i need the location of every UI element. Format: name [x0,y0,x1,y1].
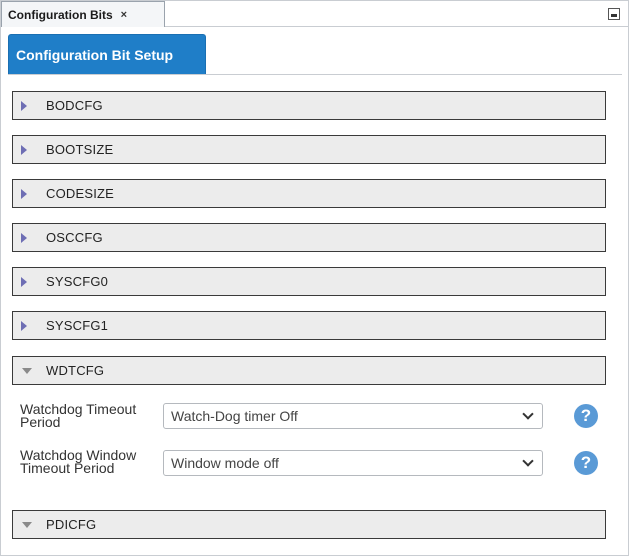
triangle-right-icon [21,320,27,331]
chevron-down-icon [522,455,534,467]
tab-configuration-bit-setup[interactable]: Configuration Bit Setup [8,34,206,74]
section-bodcfg[interactable]: BODCFG [12,91,606,120]
tab-underline [8,74,622,75]
select-value: Window mode off [171,455,279,471]
help-icon[interactable]: ? [574,404,598,428]
tab-strip: Configuration Bits × [1,1,628,27]
section-label: OSCCFG [46,230,103,245]
section-label: PDICFG [46,517,97,532]
section-syscfg1[interactable]: SYSCFG1 [12,311,606,340]
section-label: CODESIZE [46,186,115,201]
section-label: SYSCFG0 [46,274,109,289]
section-label: SYSCFG1 [46,318,109,333]
triangle-right-icon [21,144,27,155]
setup-tab-label: Configuration Bit Setup [16,46,174,63]
watchdog-timeout-period-label: Watchdog Timeout Period [20,401,137,430]
section-syscfg0[interactable]: SYSCFG0 [12,267,606,296]
triangle-right-icon [21,232,27,243]
triangle-down-icon [22,367,32,374]
triangle-right-icon [21,188,27,199]
section-pdicfg[interactable]: PDICFG [12,510,606,539]
section-label: BOOTSIZE [46,142,114,157]
triangle-down-icon [22,521,32,528]
help-icon[interactable]: ? [574,451,598,475]
watchdog-timeout-period-select[interactable]: Watch-Dog timer Off [163,403,543,429]
minimize-icon[interactable] [608,8,620,20]
watchdog-window-timeout-period-label: Watchdog Window Timeout Period [20,447,137,476]
chevron-down-icon [522,408,534,420]
tab-configuration-bits[interactable]: Configuration Bits × [1,1,165,27]
section-wdtcfg[interactable]: WDTCFG [12,356,606,385]
triangle-right-icon [21,276,27,287]
section-bootsize[interactable]: BOOTSIZE [12,135,606,164]
configuration-bits-window: Configuration Bits × Configuration Bit S… [0,0,629,556]
tab-title: Configuration Bits [8,7,113,22]
triangle-right-icon [21,100,27,111]
section-label: BODCFG [46,98,103,113]
select-value: Watch-Dog timer Off [171,408,298,424]
section-osccfg[interactable]: OSCCFG [12,223,606,252]
close-icon[interactable]: × [121,9,127,21]
section-label: WDTCFG [46,363,105,378]
watchdog-window-timeout-period-select[interactable]: Window mode off [163,450,543,476]
section-codesize[interactable]: CODESIZE [12,179,606,208]
